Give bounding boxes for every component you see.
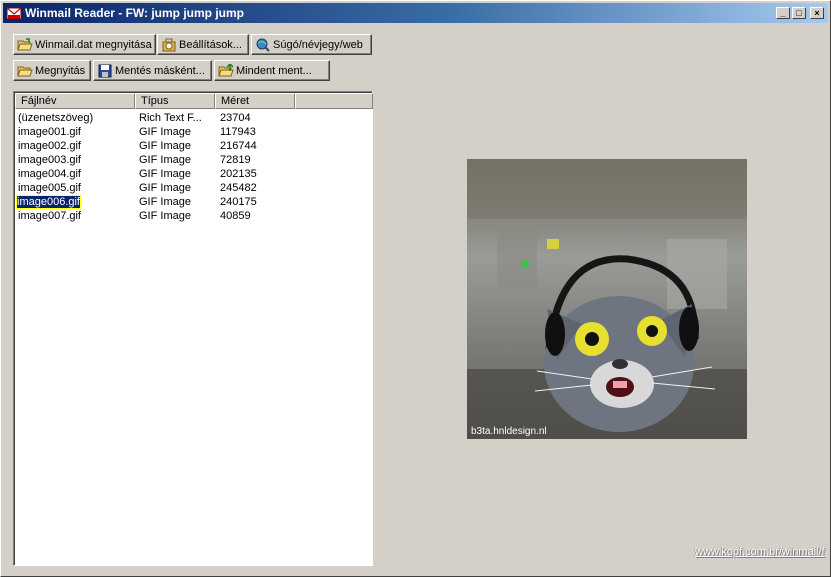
save-all-button[interactable]: Mindent ment... (214, 60, 330, 81)
image-credit: b3ta.hnldesign.nl (471, 426, 547, 437)
table-row[interactable]: image007.gif GIF Image 40859 (15, 209, 295, 223)
table-row[interactable]: image002.gif GIF Image 216744 (15, 139, 295, 153)
minimize-button[interactable]: _ (776, 7, 790, 19)
column-header-type[interactable]: Típus (135, 93, 215, 109)
cell-filename: image004.gif (18, 168, 81, 180)
folder-open-icon (17, 66, 33, 76)
settings-label: Beállítások... (179, 38, 242, 51)
table-row[interactable]: image005.gif GIF Image 245482 (15, 181, 295, 195)
floppy-disk-icon (98, 64, 112, 77)
app-window: Winmail Reader - FW: jump jump jump _ □ … (0, 0, 831, 577)
cell-type: GIF Image (139, 196, 191, 208)
cell-size: 216744 (220, 140, 257, 152)
file-list[interactable]: Fájlnév Típus Méret (üzenetszöveg) Rich … (13, 91, 373, 566)
cell-type: GIF Image (139, 182, 191, 194)
cell-size: 202135 (220, 168, 257, 180)
cell-filename: image002.gif (18, 140, 81, 152)
cell-size: 40859 (220, 210, 251, 222)
cell-type: GIF Image (139, 154, 191, 166)
cell-filename: (üzenetszöveg) (18, 112, 94, 124)
file-list-rows: (üzenetszöveg) Rich Text F... 23704 imag… (15, 111, 295, 223)
save-as-label: Mentés másként... (115, 64, 205, 77)
open-winmail-dat-button[interactable]: Winmail.dat megnyitása (13, 34, 156, 55)
cell-type: GIF Image (139, 140, 191, 152)
open-winmail-dat-label: Winmail.dat megnyitása (35, 38, 152, 51)
table-row[interactable]: image001.gif GIF Image 117943 (15, 125, 295, 139)
close-button[interactable]: × (810, 7, 824, 19)
cell-size: 117943 (220, 126, 256, 138)
open-label: Megnyitás (35, 64, 86, 77)
settings-icon (162, 38, 176, 51)
cell-size: 72819 (220, 154, 251, 166)
table-row-selected[interactable]: image006.gif GIF Image 240175 (15, 195, 295, 209)
table-row[interactable]: (üzenetszöveg) Rich Text F... 23704 (15, 111, 295, 125)
open-button[interactable]: Megnyitás (13, 60, 91, 81)
column-header-size[interactable]: Méret (215, 93, 295, 109)
help-about-web-button[interactable]: Súgó/névjegy/web (251, 34, 372, 55)
title-bar[interactable]: Winmail Reader - FW: jump jump jump _ □ … (3, 3, 828, 23)
cell-filename: image001.gif (18, 126, 81, 138)
table-row[interactable]: image003.gif GIF Image 72819 (15, 153, 295, 167)
settings-button[interactable]: Beállítások... (157, 34, 249, 55)
cell-filename: image006.gif (15, 195, 135, 209)
help-label: Súgó/névjegy/web (273, 38, 363, 51)
file-list-header: Fájlnév Típus Méret (15, 93, 373, 109)
cell-size: 240175 (220, 196, 257, 208)
save-as-button[interactable]: Mentés másként... (93, 60, 212, 81)
cell-filename: image005.gif (18, 182, 81, 194)
window-title: Winmail Reader - FW: jump jump jump (25, 6, 245, 20)
cell-type: GIF Image (139, 126, 191, 138)
attachment-preview-image (467, 159, 747, 439)
save-all-label: Mindent ment... (236, 64, 312, 77)
column-header-filename[interactable]: Fájlnév (15, 93, 135, 109)
cell-size: 23704 (220, 112, 251, 124)
cell-filename: image003.gif (18, 154, 81, 166)
cell-filename: image007.gif (18, 210, 81, 222)
cell-type: Rich Text F... (139, 112, 202, 124)
folder-open-icon (17, 37, 33, 50)
maximize-button[interactable]: □ (792, 7, 806, 19)
app-icon (7, 7, 21, 20)
table-row[interactable]: image004.gif GIF Image 202135 (15, 167, 295, 181)
cell-type: GIF Image (139, 210, 191, 222)
column-header-filler (295, 93, 373, 109)
magnifier-globe-icon (256, 38, 270, 52)
cell-size: 245482 (220, 182, 257, 194)
cell-type: GIF Image (139, 168, 191, 180)
save-all-icon (218, 63, 234, 76)
selected-filename: image006.gif (16, 195, 81, 209)
homepage-link[interactable]: www.kopf.com.br/winmail/f (695, 546, 825, 558)
